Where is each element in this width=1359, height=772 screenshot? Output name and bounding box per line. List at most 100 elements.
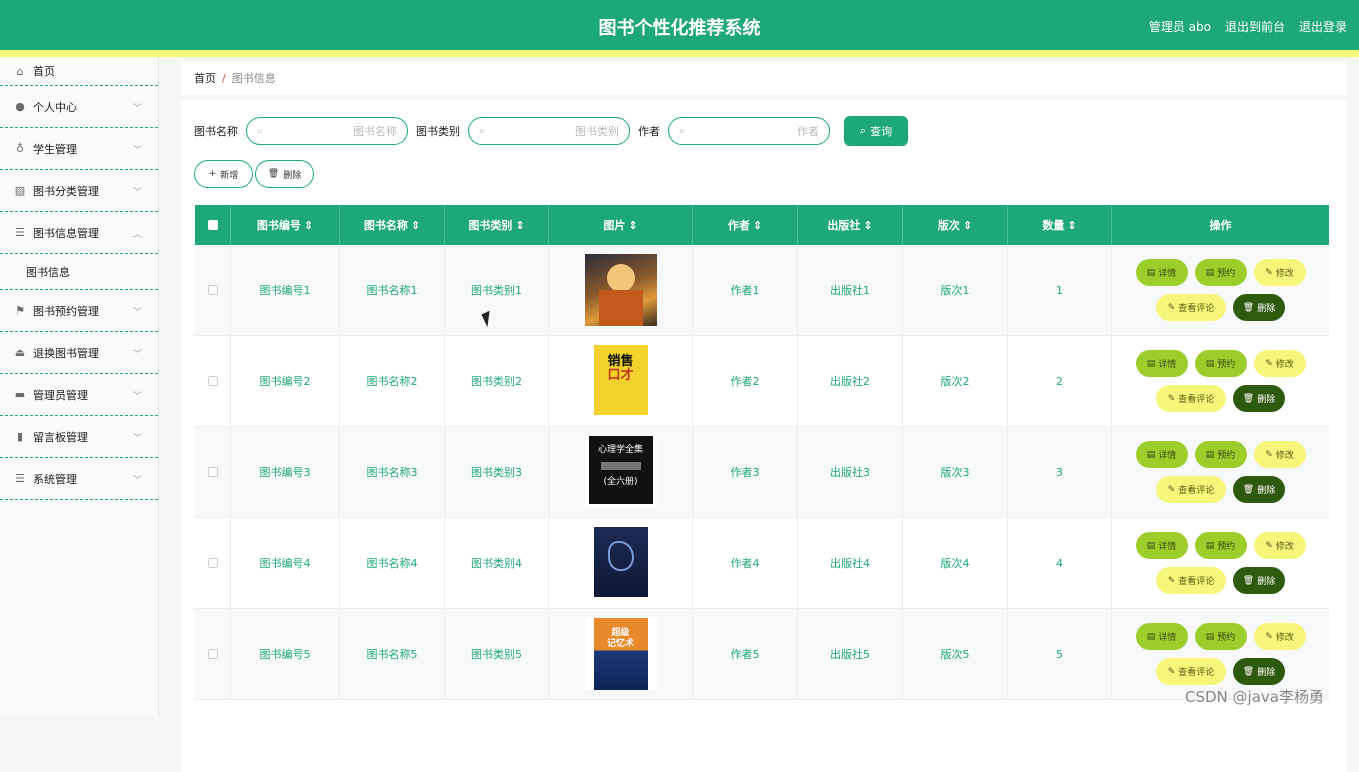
sidebar-item-label: 留言板管理 — [33, 430, 88, 444]
sidebar-item-categories[interactable]: ▨ 图书分类管理 ﹀ — [0, 170, 158, 212]
sort-icon: ⇕ — [1067, 218, 1077, 232]
detail-button[interactable]: ▤ 详情 — [1135, 350, 1188, 377]
col-header[interactable]: 图书类别 ⇕ — [445, 205, 549, 245]
author-label: 作者 — [638, 125, 660, 138]
comments-label: 查看评论 — [1178, 577, 1215, 587]
breadcrumb-home[interactable]: 首页 — [194, 70, 216, 86]
cell-type: 图书类别4 — [445, 518, 549, 608]
admin-user[interactable]: 管理员 abo — [1149, 18, 1211, 35]
doc-icon: ▤ — [1205, 358, 1215, 369]
sort-icon: ⇕ — [752, 218, 763, 232]
doc-icon: ▤ — [1146, 631, 1156, 642]
book-cover-image: 销售 口才 — [584, 345, 657, 417]
col-header[interactable]: 图书编号 ⇕ — [231, 205, 340, 245]
edit-button[interactable]: ✎ 修改 — [1253, 441, 1306, 468]
detail-label: 详情 — [1158, 633, 1177, 643]
reserve-button[interactable]: ▤ 预约 — [1194, 259, 1247, 286]
delete-button[interactable]: 🗑 删除 — [1233, 567, 1285, 594]
author-search-input[interactable]: ⌕ 作者 — [668, 117, 830, 145]
cell-ops: ▤ 详情 ▤ 预约 ✎ 修改 ✎ 查看评论 🗑 删除 — [1112, 518, 1329, 608]
detail-button[interactable]: ▤ 详情 — [1135, 259, 1188, 286]
logout-link[interactable]: 退出登录 — [1299, 18, 1347, 35]
sidebar-item-home[interactable]: ⌂ 首页 — [0, 57, 158, 86]
type-search-input[interactable]: ⌕ 图书类别 — [468, 117, 630, 145]
comments-button[interactable]: ✎ 查看评论 — [1156, 294, 1226, 321]
chevron-down-icon: ﹀ — [132, 434, 142, 444]
sidebar-item-admins[interactable]: ▬ 管理员管理 ﹀ — [0, 374, 158, 416]
comments-button[interactable]: ✎ 查看评论 — [1156, 658, 1226, 685]
sidebar-item-messages[interactable]: ▮ 留言板管理 ﹀ — [0, 416, 158, 458]
delete-button[interactable]: 🗑 删除 — [1233, 294, 1285, 321]
comments-button[interactable]: ✎ 查看评论 — [1156, 476, 1226, 503]
row-checkbox[interactable] — [207, 467, 218, 477]
doc-icon: ▤ — [1146, 358, 1156, 369]
edit-button[interactable]: ✎ 修改 — [1253, 623, 1306, 650]
delete-button[interactable]: 🗑 删除 — [1233, 658, 1285, 685]
delete-button[interactable]: 🗑 删除 — [1233, 385, 1285, 412]
bar-chart-icon: ▮ — [16, 430, 24, 443]
search-bar: 图书名称 ⌕ 图书名称 图书类别 ⌕ 图书类别 作者 ⌕ 作者 ⌕ 查询 — [194, 116, 908, 146]
reserve-button[interactable]: ▤ 预约 — [1194, 532, 1247, 559]
reserve-button[interactable]: ▤ 预约 — [1194, 623, 1247, 650]
sidebar-item-bookinfo[interactable]: ☰ 图书信息管理 ︿ — [0, 212, 158, 254]
cell-id: 图书编号4 — [231, 518, 340, 608]
detail-button[interactable]: ▤ 详情 — [1135, 441, 1188, 468]
name-search-input[interactable]: ⌕ 图书名称 — [246, 117, 408, 145]
col-header[interactable]: 图片 ⇕ — [549, 205, 693, 245]
cell-name: 图书名称1 — [340, 245, 445, 335]
col-header-label: 图书名称 — [363, 219, 408, 232]
sidebar-item-system[interactable]: ☰ 系统管理 ﹀ — [0, 458, 158, 500]
chevron-down-icon: ﹀ — [132, 308, 142, 318]
cell-edition: 版次3 — [903, 427, 1008, 517]
col-header[interactable]: 版次 ⇕ — [903, 205, 1008, 245]
doc-icon: ▤ — [1205, 449, 1215, 460]
detail-button[interactable]: ▤ 详情 — [1135, 532, 1188, 559]
row-checkbox[interactable] — [207, 558, 218, 568]
select-all-checkbox[interactable] — [207, 220, 218, 230]
batch-delete-button[interactable]: 🗑 删除 — [255, 160, 314, 188]
cell-name: 图书名称3 — [340, 427, 445, 517]
col-header[interactable]: 数量 ⇕ — [1008, 205, 1112, 245]
query-button[interactable]: ⌕ 查询 — [844, 116, 908, 146]
book-cover-image — [584, 254, 657, 326]
reserve-label: 预约 — [1217, 451, 1236, 461]
trash-icon: 🗑 — [1242, 484, 1255, 495]
sidebar-item-personal[interactable]: ● 个人中心 ﹀ — [0, 86, 158, 128]
sort-icon: ⇕ — [303, 218, 314, 232]
edit-button[interactable]: ✎ 修改 — [1253, 350, 1306, 377]
add-button[interactable]: + 新增 — [194, 160, 253, 188]
comments-button[interactable]: ✎ 查看评论 — [1156, 567, 1226, 594]
delete-label: 删除 — [1257, 304, 1276, 314]
row-checkbox[interactable] — [207, 285, 218, 295]
pencil-icon: ✎ — [1167, 484, 1176, 495]
row-checkbox[interactable] — [207, 376, 218, 386]
book-cover-image: 心理学全集 (全六册) — [584, 436, 657, 508]
trash-icon: 🗑 — [1242, 393, 1255, 404]
edit-button[interactable]: ✎ 修改 — [1253, 259, 1306, 286]
mic-icon: ♁ — [15, 142, 25, 155]
comments-button[interactable]: ✎ 查看评论 — [1156, 385, 1226, 412]
edit-label: 修改 — [1275, 269, 1294, 279]
cell-type: 图书类别3 — [445, 427, 549, 517]
chevron-down-icon: ﹀ — [132, 350, 142, 360]
sort-icon: ⇕ — [410, 218, 421, 232]
row-checkbox[interactable] — [207, 649, 218, 659]
exit-to-front-link[interactable]: 退出到前台 — [1225, 18, 1285, 35]
detail-button[interactable]: ▤ 详情 — [1135, 623, 1188, 650]
col-header[interactable]: 图书名称 ⇕ — [340, 205, 445, 245]
delete-button[interactable]: 🗑 删除 — [1233, 476, 1285, 503]
col-header[interactable]: 出版社 ⇕ — [798, 205, 903, 245]
reserve-button[interactable]: ▤ 预约 — [1194, 350, 1247, 377]
edit-button[interactable]: ✎ 修改 — [1253, 532, 1306, 559]
cell-id: 图书编号2 — [231, 336, 340, 426]
col-header[interactable]: 作者 ⇕ — [693, 205, 798, 245]
sidebar-item-students[interactable]: ♁ 学生管理 ﹀ — [0, 128, 158, 170]
sidebar-item-returns[interactable]: ⏏ 退换图书管理 ﹀ — [0, 332, 158, 374]
cell-publisher: 出版社5 — [798, 609, 903, 699]
cell-cover: 销售 口才 — [549, 336, 693, 426]
reserve-button[interactable]: ▤ 预约 — [1194, 441, 1247, 468]
top-right-nav: 管理员 abo 退出到前台 退出登录 — [1149, 18, 1347, 35]
sidebar-item-label: 图书信息管理 — [33, 226, 99, 240]
sidebar-item-reservations[interactable]: ⚑ 图书预约管理 ﹀ — [0, 290, 158, 332]
sidebar-subitem-bookinfo[interactable]: 图书信息 — [0, 254, 158, 290]
